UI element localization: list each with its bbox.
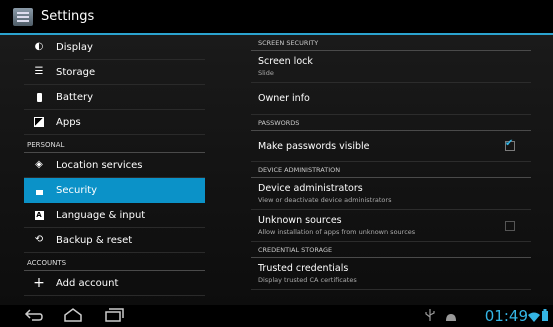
pref-summary: Slide [258,69,274,77]
header-item-security[interactable]: Security [24,178,205,203]
pref-unknown-sources[interactable]: Unknown sources Allow installation of ap… [251,210,531,242]
battery-icon [34,92,44,102]
recent-apps-icon[interactable] [104,308,124,326]
pref-title: Trusted credentials [258,263,349,274]
pref-device-administrators[interactable]: Device administrators View or deactivate… [251,178,531,210]
pref-owner-info[interactable]: Owner info [251,83,531,115]
battery-status-icon [542,309,548,325]
settings-content: ◐ Display ☰ Storage Battery Apps PERSONA… [0,35,553,305]
action-bar: Settings [0,0,553,33]
header-item-storage[interactable]: ☰ Storage [24,60,205,85]
pref-title: Screen lock [258,56,313,67]
section-header-accounts: ACCOUNTS [24,253,205,271]
section-header-screen-security: SCREEN SECURITY [251,35,531,51]
action-bar-title: Settings [41,9,95,24]
section-header-personal: PERSONAL [24,135,205,153]
wifi-icon [528,310,540,326]
pref-trusted-credentials[interactable]: Trusted credentials Display trusted CA c… [251,258,531,290]
pref-summary: View or deactivate device administrators [258,196,392,204]
usb-icon [425,309,435,325]
header-item-label: Location services [56,159,143,171]
pref-screen-lock[interactable]: Screen lock Slide [251,51,531,83]
header-item-battery[interactable]: Battery [24,85,205,110]
header-item-label: Add account [56,277,119,289]
header-item-add-account[interactable]: + Add account [24,271,205,296]
header-item-label: Storage [56,66,96,78]
header-item-backup[interactable]: ⟲ Backup & reset [24,228,205,253]
home-icon[interactable] [63,308,83,326]
pref-title: Make passwords visible [258,140,370,152]
header-item-label: Language & input [56,209,146,221]
keyboard-icon: A [34,210,44,220]
header-item-label: Battery [56,91,94,103]
apps-icon [34,117,44,127]
display-icon: ◐ [34,41,44,52]
pref-summary: Allow installation of apps from unknown … [258,228,416,236]
back-icon[interactable] [24,308,44,326]
pref-summary: Display trusted CA certificates [258,276,357,284]
settings-app-icon[interactable] [13,7,33,26]
system-navigation-bar: 01:49 [0,305,553,327]
backup-icon: ⟲ [34,234,44,245]
security-settings-panel[interactable]: SCREEN SECURITY Screen lock Slide Owner … [251,35,531,305]
pref-title: Unknown sources [258,215,342,226]
storage-icon: ☰ [34,66,44,77]
pref-make-passwords-visible[interactable]: Make passwords visible [251,131,531,162]
header-item-language[interactable]: A Language & input [24,203,205,228]
header-item-location[interactable]: ◈ Location services [24,153,205,178]
settings-headers-list[interactable]: ◐ Display ☰ Storage Battery Apps PERSONA… [24,35,205,305]
section-header-credential-storage: CREDENTIAL STORAGE [251,242,531,258]
section-header-passwords: PASSWORDS [251,115,531,131]
header-item-apps[interactable]: Apps [24,110,205,135]
header-item-display[interactable]: ◐ Display [24,35,205,60]
header-item-label: Display [56,41,93,53]
pref-title: Device administrators [258,183,363,194]
lock-icon [34,185,44,195]
status-clock: 01:49 [484,307,528,325]
header-item-label: Backup & reset [56,234,133,246]
header-item-label: Apps [56,116,81,128]
plus-icon: + [33,275,45,291]
passwords-visible-checkbox[interactable] [505,138,515,151]
unknown-sources-checkbox[interactable] [505,220,515,231]
android-debug-icon [445,310,457,326]
pref-title: Owner info [258,93,310,104]
header-item-label: Security [56,184,98,196]
section-header-device-administration: DEVICE ADMINISTRATION [251,162,531,178]
location-icon: ◈ [35,159,43,170]
